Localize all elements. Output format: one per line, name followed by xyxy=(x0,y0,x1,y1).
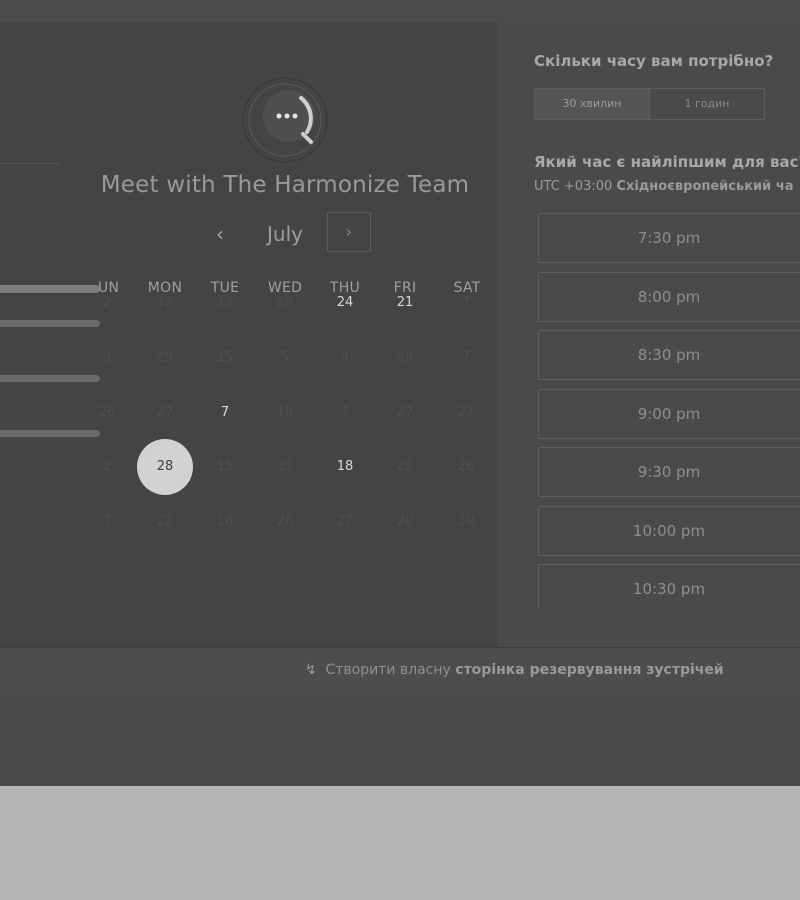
duration-option-30[interactable]: 30 хвилин xyxy=(535,89,650,119)
rail xyxy=(0,285,100,293)
chat-logo-icon xyxy=(241,76,329,164)
month-navigation: ‹ July xyxy=(0,214,497,254)
divider-line xyxy=(0,163,60,164)
calendar-day: 28 xyxy=(396,350,414,365)
calendar-day: 15 xyxy=(216,459,234,474)
time-question: Який час є найліпшим для вас? xyxy=(534,153,800,171)
calendar-day: 27 xyxy=(396,405,414,420)
calendar-day: 20 xyxy=(276,295,294,310)
calendar-day: 22 xyxy=(396,459,414,474)
rail xyxy=(0,375,100,382)
rail xyxy=(0,430,100,437)
calendar-day: 13 xyxy=(216,295,234,310)
calendar-day: 7 xyxy=(102,514,112,529)
calendar-day: 19 xyxy=(276,405,294,420)
calendar-day: 7 xyxy=(340,405,350,420)
calendar-day: 12 xyxy=(156,295,174,310)
time-slot-button[interactable]: 9:00 pm xyxy=(538,388,800,439)
rocket-icon: ↯ xyxy=(305,662,317,678)
calendar-day: 22 xyxy=(156,514,174,529)
time-slot-button[interactable]: 9:30 pm xyxy=(538,447,800,497)
link-prefix: Створити власну xyxy=(325,662,451,678)
calendar-panel: Meet with The Harmonize Team ‹ July › UN… xyxy=(0,22,497,647)
calendar-day-selected[interactable]: 28 xyxy=(137,439,193,495)
duration-question: Скільки часу вам потрібно? xyxy=(534,52,774,70)
time-slot-button[interactable]: 10:00 pm xyxy=(538,505,800,556)
calendar-day: 29 xyxy=(156,350,174,365)
lower-band xyxy=(0,697,800,786)
time-slot-list: 7:30 pm 8:00 pm 8:30 pm 9:00 pm 9:30 pm 10:00… xyxy=(538,213,800,608)
calendar-day: 26 xyxy=(276,514,294,529)
next-month-button[interactable]: › xyxy=(327,212,371,252)
calendar-day: 18 xyxy=(216,514,234,529)
duration-selector: 30 хвилин 1 годин xyxy=(534,88,765,120)
calendar-day[interactable]: 24 xyxy=(317,275,373,331)
time-slot-button[interactable]: 7:30 pm xyxy=(538,213,800,263)
calendar-day: 4 xyxy=(340,350,350,365)
timezone-name: Східноєвропейський ча xyxy=(616,179,794,194)
calendar-day: 5 xyxy=(280,350,290,365)
page-backdrop xyxy=(0,786,800,900)
calendar-day: 20 xyxy=(396,514,414,529)
calendar-day: 26 xyxy=(457,459,475,474)
footer: ↯ Створити власну сторінка резервування … xyxy=(0,647,800,699)
calendar-day: 2 xyxy=(102,295,112,310)
timezone-offset: UTC +03:00 xyxy=(534,179,613,194)
create-booking-page-link[interactable]: ↯ Створити власну сторінка резервування … xyxy=(305,662,724,678)
calendar-day: 31 xyxy=(276,459,294,474)
calendar-day: 27 xyxy=(457,405,475,420)
top-bar xyxy=(0,0,800,22)
calendar-day: 27 xyxy=(336,514,354,529)
calendar-day: 15 xyxy=(216,350,234,365)
calendar-day: 7 xyxy=(461,295,471,310)
time-slot-button[interactable]: 8:00 pm xyxy=(538,271,800,322)
timezone-line: UTC +03:00 Східноєвропейський ча xyxy=(534,179,793,194)
calendar-day: 7 xyxy=(461,350,471,365)
time-slot-button[interactable]: 8:30 pm xyxy=(538,330,800,380)
time-slot-button[interactable]: 10:30 pm xyxy=(538,564,800,608)
calendar-day[interactable]: 7 xyxy=(197,385,253,441)
rail xyxy=(0,320,100,327)
prev-month-button[interactable]: ‹ xyxy=(206,216,234,252)
link-strong: сторінка резервування зустрічей xyxy=(455,662,724,678)
calendar-day: 27 xyxy=(156,405,174,420)
page-title: Meet with The Harmonize Team xyxy=(100,172,470,198)
month-label: July xyxy=(267,222,303,246)
calendar-day[interactable]: 18 xyxy=(317,439,373,495)
duration-option-60[interactable]: 1 годин xyxy=(650,89,764,119)
calendar-day: 2 xyxy=(102,459,112,474)
calendar-day[interactable]: 21 xyxy=(377,275,433,331)
calendar-day: 3 xyxy=(102,350,112,365)
time-panel: Скільки часу вам потрібно? 30 хвилин 1 г… xyxy=(497,22,800,647)
calendar-day: 26 xyxy=(98,405,116,420)
calendar-day: 19 xyxy=(457,514,475,529)
booking-page: Meet with The Harmonize Team ‹ July › UN… xyxy=(0,0,800,900)
